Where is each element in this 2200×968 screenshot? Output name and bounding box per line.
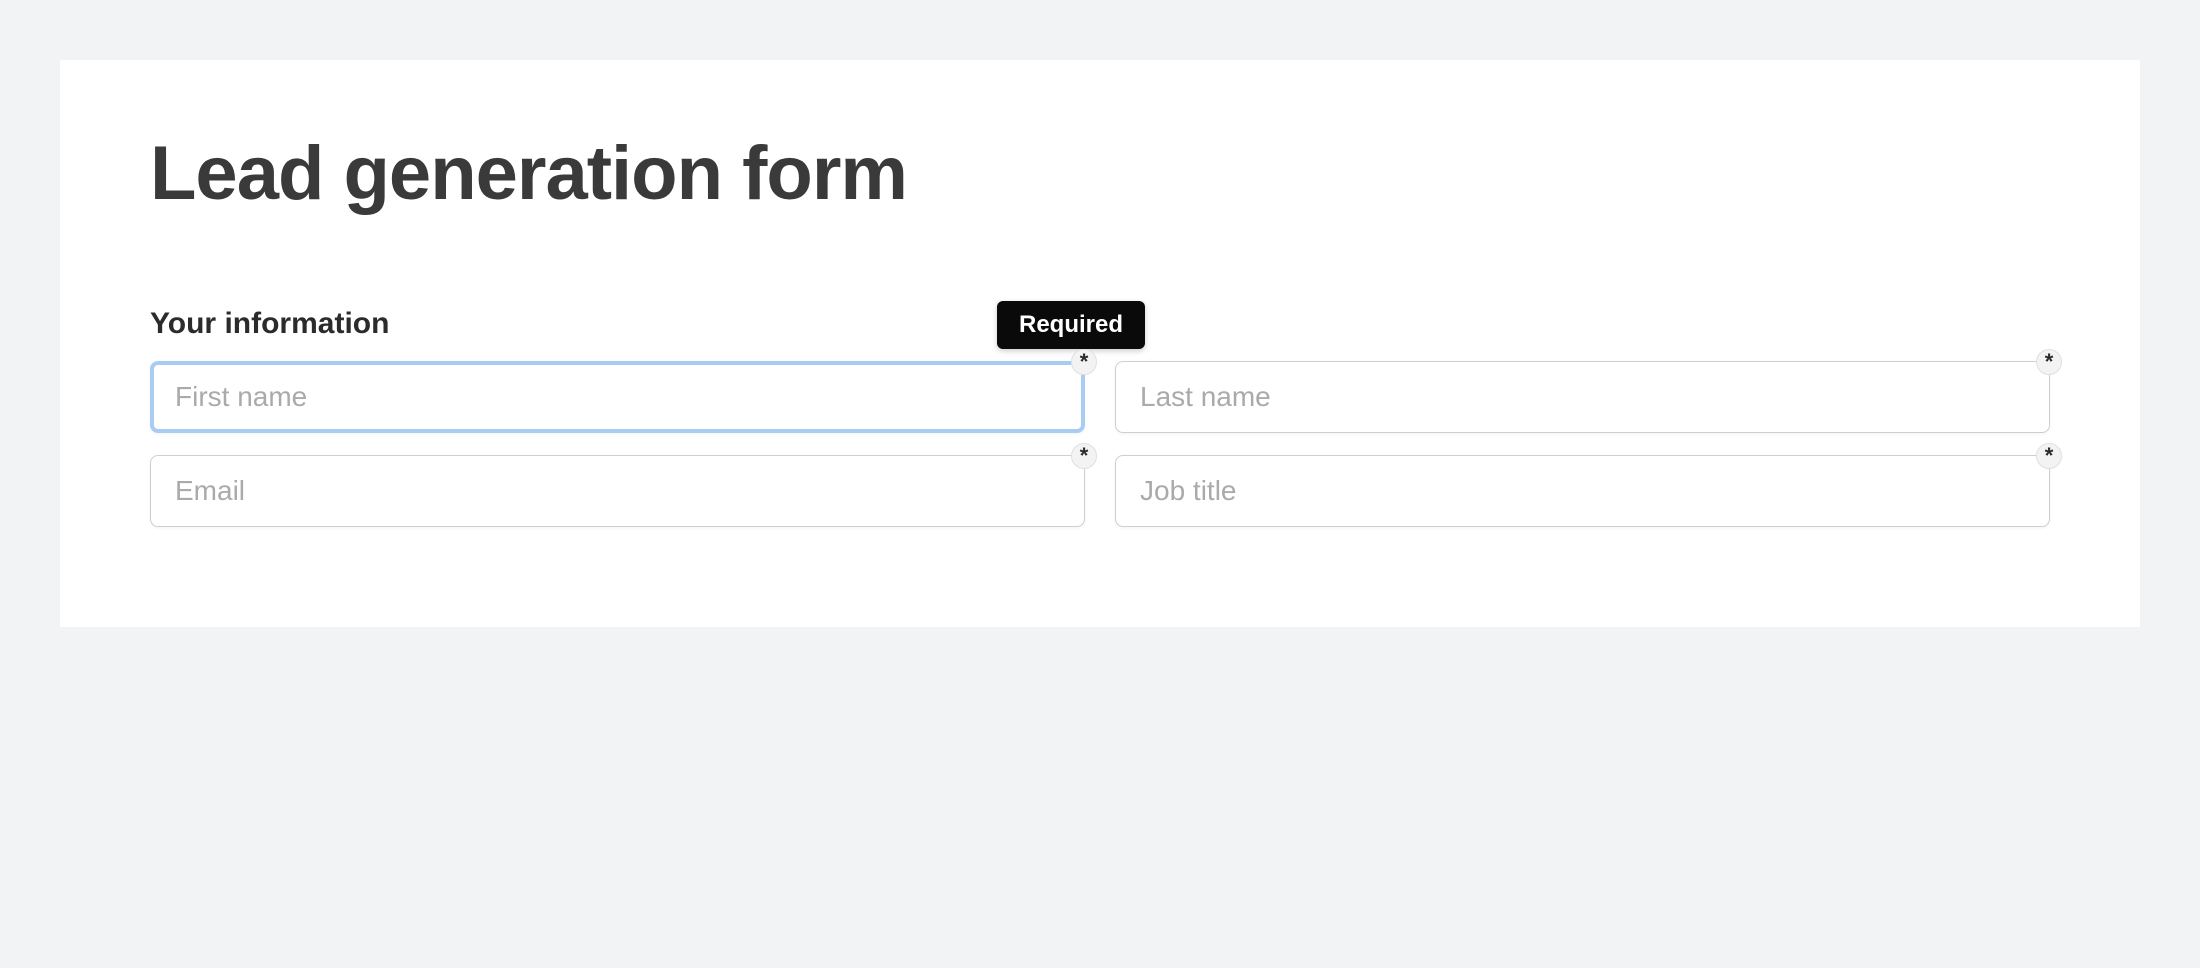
form-grid: Required * * * *: [150, 361, 2050, 527]
first-name-input[interactable]: [150, 361, 1085, 433]
required-asterisk-icon: *: [1071, 443, 1097, 469]
form-title: Lead generation form: [150, 130, 2050, 217]
required-tooltip: Required: [997, 301, 1145, 349]
last-name-input[interactable]: [1115, 361, 2050, 433]
job-title-input[interactable]: [1115, 455, 2050, 527]
email-input[interactable]: [150, 455, 1085, 527]
required-asterisk-icon: *: [1071, 349, 1097, 375]
required-asterisk-icon: *: [2036, 443, 2062, 469]
first-name-wrapper: Required *: [150, 361, 1085, 433]
email-wrapper: *: [150, 455, 1085, 527]
form-container: Lead generation form Your information Re…: [60, 60, 2140, 627]
last-name-wrapper: *: [1115, 361, 2050, 433]
job-title-wrapper: *: [1115, 455, 2050, 527]
required-asterisk-icon: *: [2036, 349, 2062, 375]
